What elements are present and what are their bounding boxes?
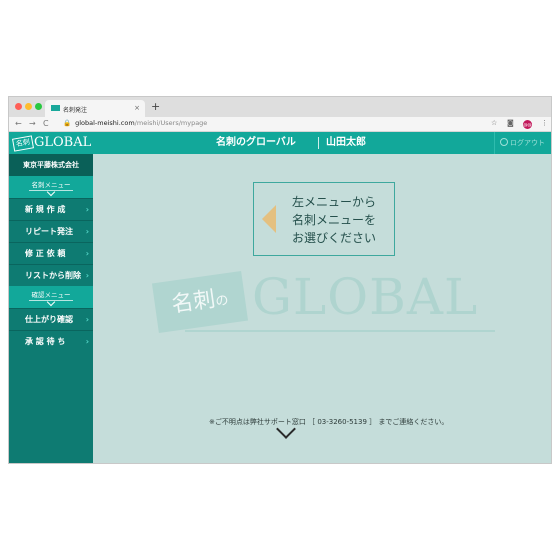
bookmark-star-icon[interactable]: ☆ <box>491 119 497 127</box>
sidebar: 名刺 GLOBAL 東京平藤株式会社 名刺メニュー 新 規 作 成 › リピート… <box>9 132 93 463</box>
menu-item-label: 仕上がり確認 <box>25 315 73 324</box>
browser-window: 名刺発注 × + ← → C 🔒 global-meishi.com/meishi… <box>8 96 552 464</box>
menu-item-label: 新 規 作 成 <box>25 205 66 214</box>
menu-item-label: リストから削除 <box>25 271 81 280</box>
close-window-dot[interactable] <box>15 103 22 110</box>
watermark-underline <box>185 330 495 332</box>
web-page: 名刺 GLOBAL 東京平藤株式会社 名刺メニュー 新 規 作 成 › リピート… <box>9 132 551 463</box>
watermark-logo-badge: 名刺の <box>151 270 249 334</box>
chevron-right-icon: › <box>85 337 89 346</box>
guide-box: 左メニューから 名刺メニューを お選びください <box>253 182 395 256</box>
lock-icon: 🔒 <box>63 119 72 127</box>
close-tab-icon[interactable]: × <box>134 104 140 112</box>
watermark-no: の <box>214 293 230 310</box>
favicon-icon <box>51 105 60 111</box>
guide-line: お選びください <box>292 231 377 245</box>
watermark-logo-text: GLOBAL <box>252 268 479 326</box>
chevron-right-icon: › <box>85 315 89 324</box>
header-divider <box>318 137 319 149</box>
tab-title: 名刺発注 <box>63 107 88 114</box>
chevron-right-icon: › <box>85 249 89 258</box>
chevron-right-icon: › <box>85 227 89 236</box>
browser-menu-icon[interactable]: ⋮ <box>541 119 548 127</box>
header-bar: 名刺のグローバル 山田太郎 ログアウト <box>93 132 551 154</box>
menu-item-delete[interactable]: リストから削除 › <box>9 264 93 286</box>
minimize-window-dot[interactable] <box>25 103 32 110</box>
section-head-card-menu: 名刺メニュー <box>9 176 93 198</box>
company-name: 東京平藤株式会社 <box>9 154 93 176</box>
chevron-right-icon: › <box>85 271 89 280</box>
forward-icon[interactable]: → <box>29 119 36 128</box>
support-note: ※ご不明点は弊社サポート窓口 ［ 03-3260-5139 ］ までご連絡くださ… <box>209 418 449 426</box>
new-tab-button[interactable]: + <box>151 100 160 113</box>
maximize-window-dot[interactable] <box>35 103 42 110</box>
menu-item-label: 修 正 依 頼 <box>25 249 66 258</box>
url-path: /meishi/Users/mypage <box>134 119 208 127</box>
menu-item-repeat[interactable]: リピート発注 › <box>9 220 93 242</box>
camera-icon[interactable]: ◙ <box>507 119 514 127</box>
address-bar: ← → C 🔒 global-meishi.com/meishi/Users/my… <box>9 117 551 132</box>
reload-icon[interactable]: C <box>43 119 49 128</box>
guide-line: 名刺メニューを <box>292 213 377 227</box>
profile-avatar[interactable]: @@ <box>523 120 532 129</box>
tab-bar: 名刺発注 × + <box>9 97 551 117</box>
back-icon[interactable]: ← <box>15 119 22 128</box>
guide-text: 左メニューから 名刺メニューを お選びください <box>292 193 376 247</box>
guide-line: 左メニューから <box>292 195 377 209</box>
menu-item-label: リピート発注 <box>25 227 73 236</box>
menu-item-revise[interactable]: 修 正 依 頼 › <box>9 242 93 264</box>
user-name: 山田太郎 <box>326 137 366 148</box>
power-icon <box>500 138 508 146</box>
site-logo[interactable]: 名刺 GLOBAL <box>9 132 93 154</box>
logout-button[interactable]: ログアウト <box>494 132 551 154</box>
logout-label: ログアウト <box>510 139 545 147</box>
chevron-right-icon: › <box>85 205 89 214</box>
menu-item-approval[interactable]: 承 認 待 ち › <box>9 330 93 352</box>
logo-badge: 名刺 <box>12 135 34 152</box>
page-title: 名刺のグローバル <box>216 137 296 148</box>
logo-text: GLOBAL <box>34 135 92 150</box>
url-host: global-meishi.com <box>75 119 135 127</box>
watermark-badge-text: 名刺 <box>169 286 218 318</box>
menu-item-label: 承 認 待 ち <box>25 337 66 346</box>
section-head-check-menu: 確認メニュー <box>9 286 93 308</box>
menu-item-new[interactable]: 新 規 作 成 › <box>9 198 93 220</box>
left-arrow-icon <box>262 205 276 233</box>
browser-tab[interactable]: 名刺発注 × <box>45 100 145 117</box>
url-field[interactable]: 🔒 global-meishi.com/meishi/Users/mypage <box>63 119 207 127</box>
menu-item-proof[interactable]: 仕上がり確認 › <box>9 308 93 330</box>
